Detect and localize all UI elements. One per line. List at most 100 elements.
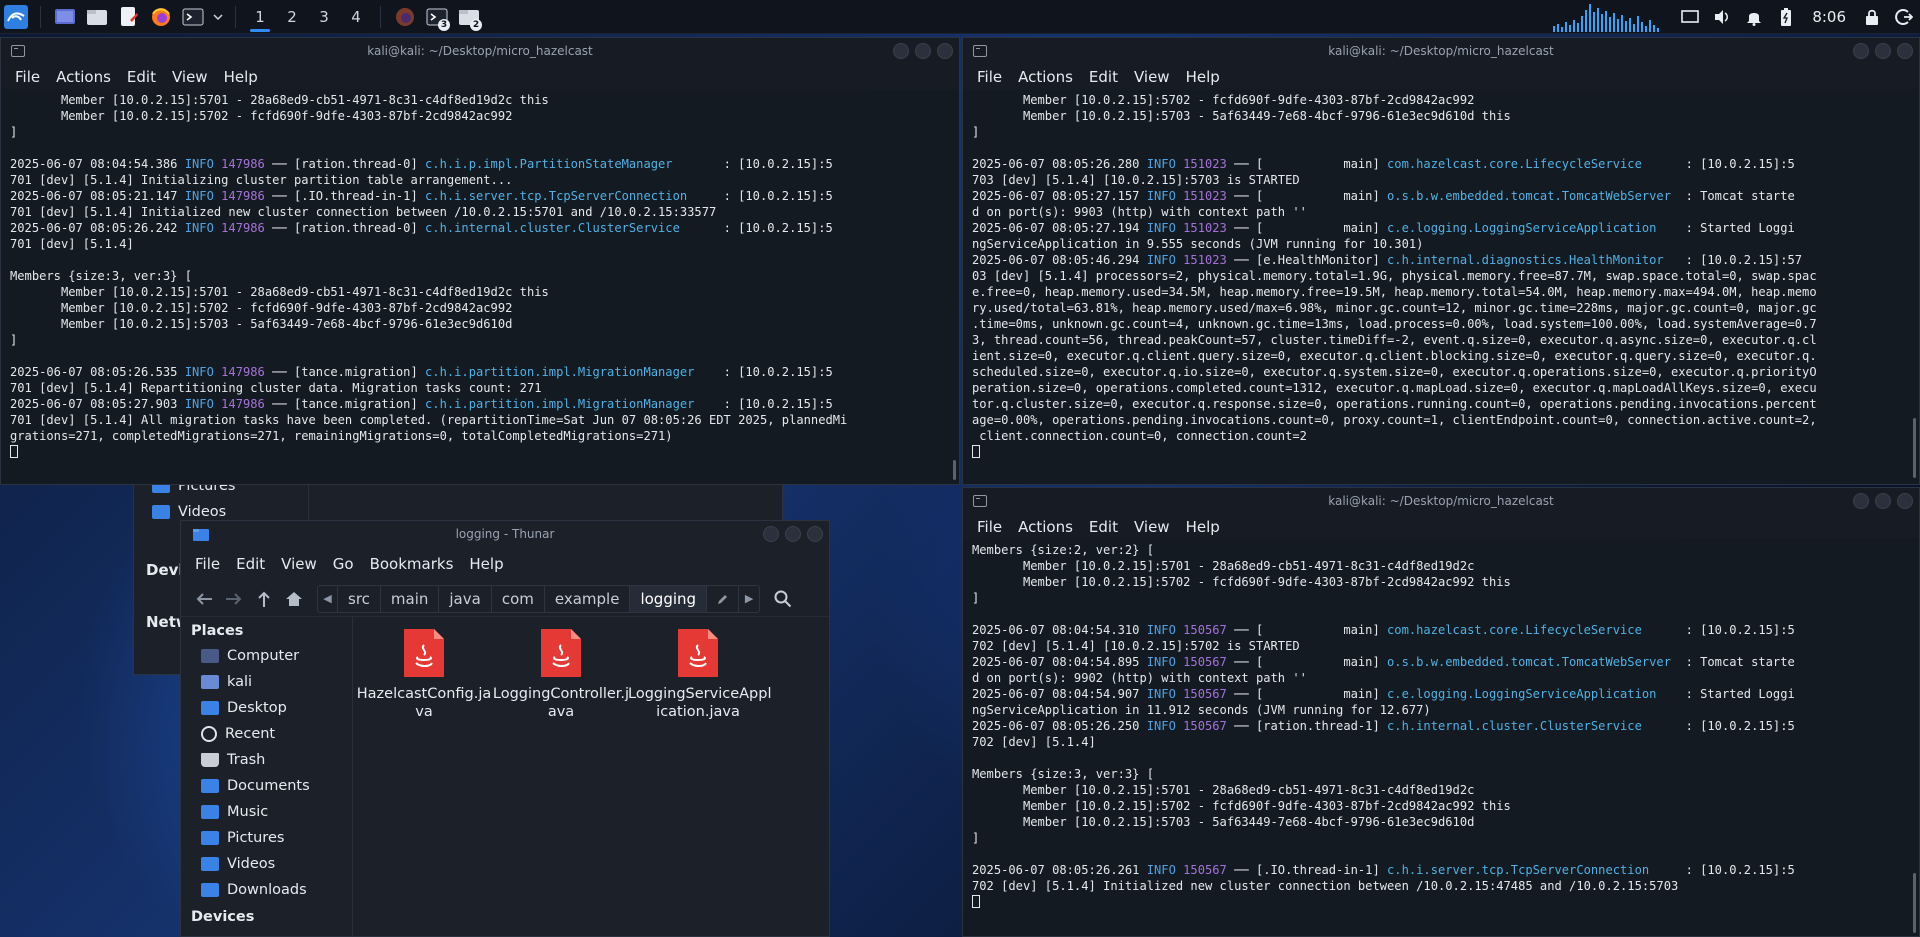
close-button[interactable] xyxy=(937,43,953,59)
log-thread: ── [.IO.thread-in-1] xyxy=(264,189,426,203)
breadcrumb-com[interactable]: com xyxy=(492,585,545,612)
breadcrumb-left-chevron-icon[interactable]: ◀ xyxy=(318,585,338,612)
maximize-button[interactable] xyxy=(1875,493,1891,509)
scrollbar[interactable] xyxy=(953,460,956,480)
menu-file[interactable]: File xyxy=(7,68,48,86)
menu-edit[interactable]: Edit xyxy=(228,555,273,573)
close-button[interactable] xyxy=(807,526,823,542)
menu-view[interactable]: View xyxy=(1126,68,1178,86)
kali-menu-icon[interactable] xyxy=(1,2,31,32)
scrollbar[interactable] xyxy=(1913,418,1916,478)
minimize-button[interactable] xyxy=(1853,43,1869,59)
titlebar[interactable]: kali@kali: ~/Desktop/micro_hazelcast xyxy=(963,488,1919,514)
workspace-4[interactable]: 4 xyxy=(340,2,372,32)
forward-arrow-icon[interactable] xyxy=(219,584,249,614)
menu-actions[interactable]: Actions xyxy=(48,68,119,86)
clock[interactable]: 8:06 xyxy=(1812,8,1846,26)
sidebar-item-kali[interactable]: kali xyxy=(181,669,352,695)
sidebar-item-desktop[interactable]: Desktop xyxy=(181,695,352,721)
search-icon[interactable] xyxy=(768,584,798,614)
maximize-button[interactable] xyxy=(1875,43,1891,59)
task-terminal-icon[interactable]: 3 xyxy=(422,2,452,32)
sidebar-item-music[interactable]: Music xyxy=(181,799,352,825)
menu-go[interactable]: Go xyxy=(325,555,362,573)
file-manager-icon[interactable] xyxy=(82,2,112,32)
breadcrumb-main[interactable]: main xyxy=(381,585,440,612)
sidebar-item-trash[interactable]: Trash xyxy=(181,747,352,773)
file-item-hazelcastconfig[interactable]: HazelcastConfig.ja va xyxy=(354,617,494,721)
minimize-button[interactable] xyxy=(893,43,909,59)
breadcrumb-java[interactable]: java xyxy=(439,585,492,612)
terminal-window-3[interactable]: kali@kali: ~/Desktop/micro_hazelcast Fil… xyxy=(962,487,1920,937)
menu-help[interactable]: Help xyxy=(1178,518,1228,536)
menu-edit[interactable]: Edit xyxy=(1081,518,1126,536)
menu-view[interactable]: View xyxy=(164,68,216,86)
text-editor-icon[interactable] xyxy=(114,2,144,32)
terminal-icon[interactable] xyxy=(178,2,208,32)
folder-icon xyxy=(201,805,219,819)
menu-help[interactable]: Help xyxy=(216,68,266,86)
sidebar-item-downloads[interactable]: Downloads xyxy=(181,877,352,903)
volume-icon[interactable] xyxy=(1706,2,1738,32)
workspace-3[interactable]: 3 xyxy=(308,2,340,32)
sidebar-item-videos[interactable]: Videos xyxy=(181,851,352,877)
firefox-icon[interactable] xyxy=(146,2,176,32)
close-button[interactable] xyxy=(1897,43,1913,59)
display-icon[interactable] xyxy=(1674,2,1706,32)
edit-path-pencil-icon[interactable] xyxy=(707,585,740,612)
terminal-window-icon xyxy=(973,495,987,507)
menu-bookmarks[interactable]: Bookmarks xyxy=(362,555,462,573)
sidebar-item-recent[interactable]: Recent xyxy=(181,721,352,747)
log-timestamp: 2025-06-07 08:05:27.903 xyxy=(10,397,178,411)
home-icon[interactable] xyxy=(279,584,309,614)
notifications-bell-icon[interactable] xyxy=(1738,2,1770,32)
menu-actions[interactable]: Actions xyxy=(1010,68,1081,86)
menu-file[interactable]: File xyxy=(187,555,228,573)
up-arrow-icon[interactable] xyxy=(249,584,279,614)
menu-help[interactable]: Help xyxy=(1178,68,1228,86)
sidebar-item-documents[interactable]: Documents xyxy=(181,773,352,799)
maximize-button[interactable] xyxy=(785,526,801,542)
scrollbar[interactable] xyxy=(1913,873,1916,933)
menu-edit[interactable]: Edit xyxy=(1081,68,1126,86)
sidebar-item-pictures[interactable]: Pictures xyxy=(181,825,352,851)
breadcrumb-logging[interactable]: logging xyxy=(630,585,708,612)
menu-actions[interactable]: Actions xyxy=(1010,518,1081,536)
file-item-loggingserviceapplication[interactable]: LoggingServiceAppl ication.java xyxy=(628,617,771,721)
titlebar[interactable]: logging - Thunar xyxy=(181,521,829,547)
breadcrumb-example[interactable]: example xyxy=(545,585,631,612)
file-item-loggingcontroller[interactable]: LoggingController.j ava xyxy=(491,617,631,721)
show-desktop-icon[interactable] xyxy=(50,2,80,32)
task-files-icon[interactable]: 2 xyxy=(454,2,484,32)
sidebar-item-computer[interactable]: Computer xyxy=(181,643,352,669)
lock-screen-icon[interactable] xyxy=(1856,2,1888,32)
log-timestamp: 2025-06-07 08:04:54.895 xyxy=(972,655,1140,669)
minimize-button[interactable] xyxy=(763,526,779,542)
terminal-window-1[interactable]: kali@kali: ~/Desktop/micro_hazelcast Fil… xyxy=(0,37,960,485)
terminal-dropdown-chevron-down-icon[interactable] xyxy=(210,2,226,32)
maximize-button[interactable] xyxy=(915,43,931,59)
terminal-output[interactable]: Member [10.0.2.15]:5702 - fcfd690f-9dfe-… xyxy=(963,90,1919,484)
breadcrumb-src[interactable]: src xyxy=(338,585,381,612)
menu-help[interactable]: Help xyxy=(461,555,511,573)
menu-view[interactable]: View xyxy=(1126,518,1178,536)
menu-file[interactable]: File xyxy=(969,68,1010,86)
workspace-2[interactable]: 2 xyxy=(276,2,308,32)
task-firefox-icon[interactable] xyxy=(390,2,420,32)
workspace-1[interactable]: 1 xyxy=(244,2,276,32)
thunar-window[interactable]: logging - Thunar File Edit View Go Bookm… xyxy=(180,520,830,937)
menu-view[interactable]: View xyxy=(273,555,325,573)
terminal-output[interactable]: Member [10.0.2.15]:5701 - 28a68ed9-cb51-… xyxy=(1,90,959,484)
logout-icon[interactable] xyxy=(1888,2,1920,32)
titlebar[interactable]: kali@kali: ~/Desktop/micro_hazelcast xyxy=(963,38,1919,64)
minimize-button[interactable] xyxy=(1853,493,1869,509)
file-view[interactable]: HazelcastConfig.ja va LoggingController.… xyxy=(354,617,829,936)
titlebar[interactable]: kali@kali: ~/Desktop/micro_hazelcast xyxy=(1,38,959,64)
terminal-output[interactable]: Members {size:2, ver:2} [ Member [10.0.2… xyxy=(963,540,1919,936)
menu-file[interactable]: File xyxy=(969,518,1010,536)
back-arrow-icon[interactable] xyxy=(189,584,219,614)
close-button[interactable] xyxy=(1897,493,1913,509)
menu-edit[interactable]: Edit xyxy=(119,68,164,86)
terminal-window-2[interactable]: kali@kali: ~/Desktop/micro_hazelcast Fil… xyxy=(962,37,1920,485)
breadcrumb-right-chevron-icon[interactable]: ▶ xyxy=(739,586,759,612)
